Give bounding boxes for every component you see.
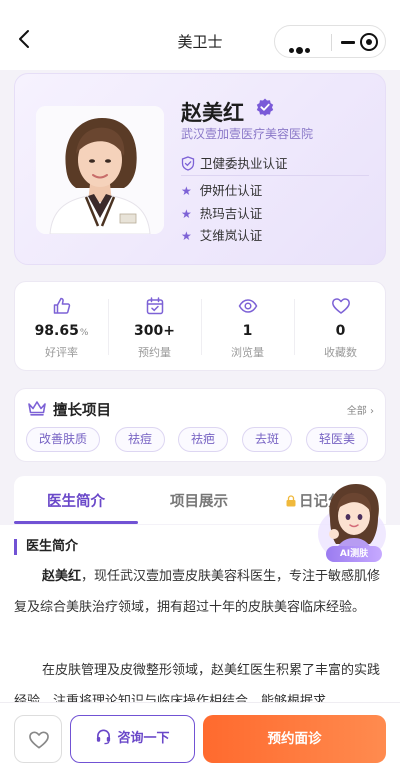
more-menu-icon[interactable]: [289, 40, 312, 59]
specialties-title: 擅长项目: [53, 403, 111, 419]
brand-cert-item: ★ 伊妍仕认证: [181, 183, 263, 198]
tab-doctor-intro[interactable]: 医生简介: [47, 490, 105, 511]
brand-cert-item: ★ 艾维岚认证: [181, 228, 263, 243]
star-icon: ★: [181, 207, 192, 221]
star-icon: ★: [181, 229, 192, 243]
specialties-card: 擅长项目 全部 › 改善肤质 祛痘 祛疤 去斑 轻医美: [14, 388, 386, 462]
mini-program-capsule: [274, 25, 386, 58]
doctor-profile-card: 赵美红 武汉壹加壹医疗美容医院 卫健委执业认证 ★ 伊妍仕认证 ★ 热玛吉认证 ★ 艾…: [14, 73, 386, 265]
stats-card: 98.65% 好评率 300+ 预约量 1 浏览量 0 收藏数: [14, 281, 386, 371]
heart-outline-icon: [29, 731, 49, 749]
book-consultation-button[interactable]: 预约面诊: [203, 715, 386, 763]
stat-rating: 98.65% 好评率: [15, 282, 108, 372]
doctor-photo: [36, 106, 164, 234]
close-miniprogram-icon[interactable]: [360, 33, 378, 51]
certification-label: 卫健委执业认证: [200, 156, 288, 171]
specialty-chip[interactable]: 轻医美: [306, 427, 369, 452]
section-heading: 医生简介: [14, 539, 78, 555]
bottom-action-bar: 咨询一下 预约面诊: [0, 702, 400, 773]
view-all-link[interactable]: 全部 ›: [347, 402, 374, 417]
lock-icon: [286, 495, 296, 507]
ai-skin-test-label: AI测肤: [326, 546, 382, 562]
consult-button[interactable]: 咨询一下: [70, 715, 195, 763]
stat-favorites: 0 收藏数: [294, 282, 387, 372]
minimize-icon[interactable]: [341, 41, 355, 44]
verified-badge-icon: [256, 98, 274, 116]
specialty-chip[interactable]: 祛痘: [115, 427, 166, 452]
ai-skin-test-assistant[interactable]: AI测肤: [306, 478, 390, 572]
active-tab-indicator: [14, 521, 138, 524]
doctor-name: 赵美红: [181, 101, 244, 125]
star-icon: ★: [181, 184, 192, 198]
hospital-name: 武汉壹加壹医疗美容医院: [181, 127, 314, 141]
favorite-button[interactable]: [14, 715, 62, 763]
license-certification: 卫健委执业认证: [181, 153, 288, 172]
heart-icon: [332, 298, 350, 314]
eye-icon: [238, 299, 258, 313]
specialty-chip[interactable]: 去斑: [242, 427, 293, 452]
stat-views: 1 浏览量: [201, 282, 294, 372]
brand-cert-item: ★ 热玛吉认证: [181, 206, 263, 221]
crown-icon: [28, 401, 46, 416]
calendar-check-icon: [146, 297, 164, 315]
specialty-chip[interactable]: 祛疤: [178, 427, 229, 452]
stat-bookings: 300+ 预约量: [108, 282, 201, 372]
thumbs-up-icon: [53, 297, 71, 314]
specialty-chip[interactable]: 改善肤质: [26, 427, 101, 452]
shield-check-icon: [181, 156, 195, 171]
headset-icon: [97, 729, 111, 745]
tab-project-showcase[interactable]: 项目展示: [170, 490, 228, 511]
top-nav-bar: 美卫士: [0, 0, 400, 70]
